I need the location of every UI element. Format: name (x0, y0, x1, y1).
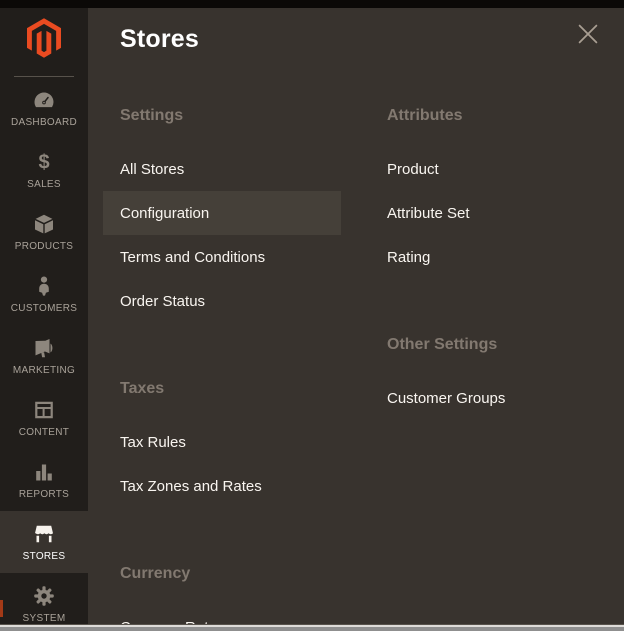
sidebar-item-stores[interactable]: STORES (0, 511, 88, 573)
content-icon (32, 398, 56, 422)
menu-columns: Settings All StoresConfigurationTerms and… (88, 70, 624, 624)
reports-icon (32, 460, 56, 484)
dashboard-icon (32, 88, 56, 112)
menu-item-order-status[interactable]: Order Status (103, 279, 341, 323)
menu-item-tax-zones-and-rates[interactable]: Tax Zones and Rates (103, 464, 341, 508)
sidebar-item-label: REPORTS (19, 489, 69, 500)
section-heading-attributes: Attributes (370, 94, 608, 138)
menu-item-tax-rules[interactable]: Tax Rules (103, 420, 341, 464)
sidebar-item-label: CUSTOMERS (11, 303, 77, 314)
menu-item-customer-groups[interactable]: Customer Groups (370, 376, 608, 420)
menu-item-terms-and-conditions[interactable]: Terms and Conditions (103, 235, 341, 279)
svg-text:$: $ (38, 152, 49, 174)
page-background-edge (0, 624, 624, 631)
sidebar-item-reports[interactable]: REPORTS (0, 449, 88, 511)
sidebar-item-sales[interactable]: $ SALES (0, 139, 88, 201)
section-heading-taxes: Taxes (103, 367, 341, 411)
menu-header: Stores (88, 8, 624, 70)
notification-notch (0, 600, 3, 617)
sidebar-item-label: DASHBOARD (11, 117, 77, 128)
system-icon (32, 584, 56, 608)
stores-menu-panel: Stores Settings All StoresConfigurationTe… (88, 8, 624, 624)
products-icon (32, 212, 56, 236)
marketing-icon (32, 336, 56, 360)
magento-logo-icon[interactable] (0, 0, 88, 68)
sidebar-item-label: SYSTEM (23, 613, 66, 624)
sidebar-item-products[interactable]: PRODUCTS (0, 201, 88, 263)
menu-item-attribute-set[interactable]: Attribute Set (370, 191, 608, 235)
sidebar-item-label: PRODUCTS (15, 241, 74, 252)
admin-header-strip (0, 0, 624, 8)
sales-icon: $ (32, 150, 56, 174)
menu-item-rating[interactable]: Rating (370, 235, 608, 279)
sidebar-item-label: MARKETING (13, 365, 75, 376)
section-heading-currency: Currency (103, 552, 341, 596)
sidebar-item-system[interactable]: SYSTEM (0, 573, 88, 631)
menu-item-product[interactable]: Product (370, 147, 608, 191)
sidebar-nav: DASHBOARD $ SALES PRODUCTS CUSTOMERS MARKETIN… (0, 77, 88, 631)
menu-item-currency-rates[interactable]: Currency Rates (103, 605, 341, 624)
menu-item-configuration[interactable]: Configuration (103, 191, 341, 235)
sidebar-item-label: SALES (27, 179, 61, 190)
sidebar-item-marketing[interactable]: MARKETING (0, 325, 88, 387)
sidebar-item-content[interactable]: CONTENT (0, 387, 88, 449)
close-icon[interactable] (576, 22, 600, 46)
menu-column-2: Attributes ProductAttribute SetRating Othe… (370, 70, 608, 624)
admin-sidebar: DASHBOARD $ SALES PRODUCTS CUSTOMERS MARKETIN… (0, 0, 88, 624)
section-heading-settings: Settings (103, 94, 341, 138)
magento-admin-screen: DASHBOARD $ SALES PRODUCTS CUSTOMERS MARKETIN… (0, 0, 624, 631)
sidebar-item-label: STORES (23, 551, 66, 562)
page-title: Stores (120, 25, 199, 54)
section-heading-other-settings: Other Settings (370, 323, 608, 367)
sidebar-item-customers[interactable]: CUSTOMERS (0, 263, 88, 325)
menu-column-1: Settings All StoresConfigurationTerms and… (103, 70, 341, 624)
menu-item-all-stores[interactable]: All Stores (103, 147, 341, 191)
sidebar-item-label: CONTENT (19, 427, 69, 438)
customers-icon (32, 274, 56, 298)
stores-icon (32, 522, 56, 546)
sidebar-item-dashboard[interactable]: DASHBOARD (0, 77, 88, 139)
